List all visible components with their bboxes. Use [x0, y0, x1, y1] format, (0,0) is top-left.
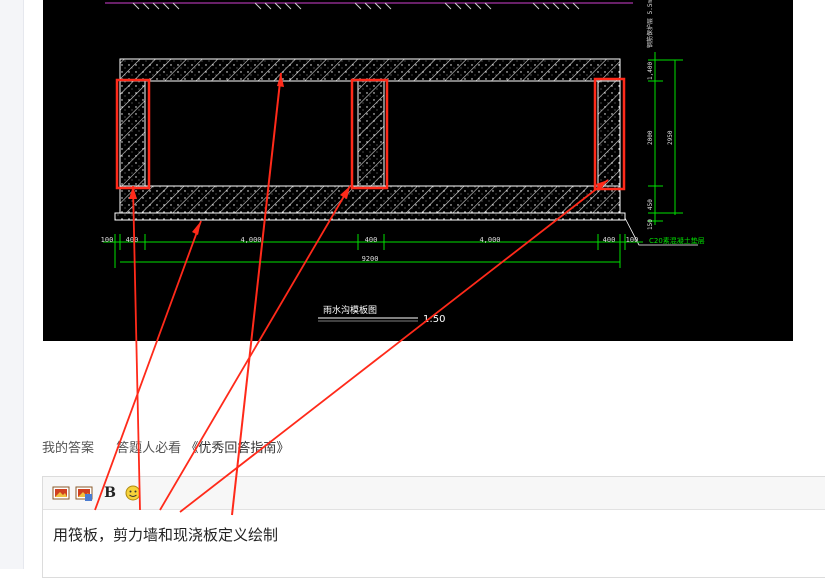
dim-right-2950: 2950	[667, 130, 674, 145]
image-icon[interactable]	[52, 484, 70, 502]
dim-total: 9200	[362, 255, 379, 263]
top-note: 钢筋保护层 5.5m	[646, 0, 654, 48]
dim-bottom-2: 400	[126, 236, 139, 244]
dim-bottom-5: 4,000	[479, 236, 500, 244]
cad-drawing-image: 1,400 2000 2950 450 150 钢筋保护层 5.5m C20素混…	[43, 0, 793, 341]
drawing-title: 雨水沟模板图	[323, 304, 377, 316]
drawing-title-block: 雨水沟模板图 1:50	[318, 304, 445, 325]
drawing-scale: 1:50	[423, 314, 445, 325]
right-wall	[597, 80, 621, 187]
top-hatch-fragments	[132, 2, 580, 10]
editor-content[interactable]: 用筏板，剪力墙和现浇板定义绘制	[53, 524, 278, 545]
dim-bottom-3: 4,000	[240, 236, 261, 244]
bottom-dimension-texts: 100 400 4,000 400 4,000 400 100 9200	[101, 236, 639, 263]
editor-toolbar: B	[43, 477, 825, 510]
dim-bottom-1: 100	[101, 236, 114, 244]
cushion-layer	[114, 212, 626, 221]
left-wall	[119, 80, 146, 187]
cad-drawing-svg: 1,400 2000 2950 450 150 钢筋保护层 5.5m C20素混…	[101, 0, 705, 325]
dim-right-150: 150	[647, 219, 654, 230]
dim-bottom-4: 400	[365, 236, 378, 244]
guide-link[interactable]: 《优秀回答指南》	[185, 437, 289, 456]
dim-right-1400: 1,400	[647, 62, 654, 80]
guide-prefix: 答题人必看	[116, 441, 182, 456]
answer-bar: 我的答案 答题人必看 《优秀回答指南》	[42, 437, 289, 456]
dim-right-450: 450	[647, 199, 654, 210]
top-slab	[119, 58, 621, 82]
answer-editor[interactable]: B 用筏板，剪力墙和现浇板定义绘制	[42, 476, 825, 578]
svg-text:C20素混凝土垫层: C20素混凝土垫层	[649, 236, 705, 245]
dim-bottom-7: 100	[626, 236, 639, 244]
emoji-icon[interactable]	[124, 484, 142, 502]
right-dimension-texts: 1,400 2000 2950 450 150 钢筋保护层 5.5m	[646, 0, 674, 230]
middle-wall	[357, 80, 385, 187]
dim-bottom-6: 400	[603, 236, 616, 244]
my-answer-label: 我的答案	[42, 441, 95, 456]
bottom-slab	[119, 185, 621, 214]
left-side-strip	[0, 0, 24, 569]
dim-right-2000: 2000	[647, 130, 654, 145]
image-upload-icon[interactable]	[75, 484, 93, 502]
bold-button[interactable]: B	[102, 484, 118, 502]
